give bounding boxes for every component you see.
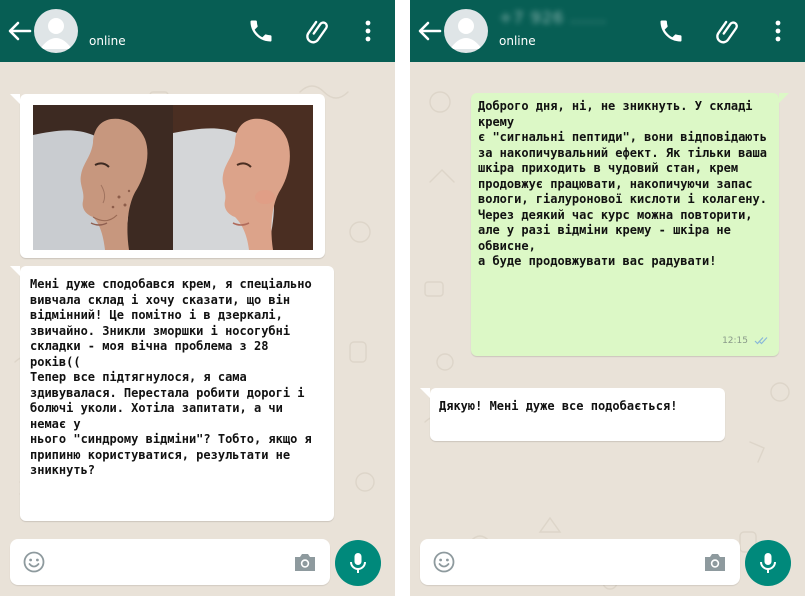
message-text: Мені дуже сподобався крем, я спеціально … (30, 277, 326, 479)
incoming-message-bubble[interactable]: Дякую! Мені дуже все подобається! (420, 388, 725, 441)
message-line: але у разі відміни крему - шкіра не обви… (478, 223, 731, 253)
emoji-icon[interactable] (433, 551, 455, 573)
phone-icon[interactable] (247, 17, 275, 45)
paperclip-icon[interactable] (714, 17, 742, 45)
message-line: Доброго дня, ні, не зникнуть. У складі к… (478, 99, 753, 129)
chat-header: online (0, 0, 395, 62)
chat-header: +7 926 ...... online (410, 0, 805, 62)
message-line: складки - моя вічна проблема з 28 років(… (30, 339, 269, 369)
message-line: Тепер все підтягнулося, я сама (30, 370, 247, 384)
read-ticks-icon (754, 337, 768, 345)
message-text: Доброго дня, ні, не зникнуть. У складі к… (478, 99, 773, 270)
camera-icon[interactable] (703, 551, 727, 573)
more-vert-icon[interactable] (766, 17, 790, 45)
back-arrow-icon[interactable] (6, 19, 32, 43)
chat-screen-right: +7 926 ...... online Доброго дня, ні, не… (410, 0, 805, 596)
message-line: припиню користуватися, результати не (30, 447, 291, 462)
outgoing-message-bubble[interactable]: Доброго дня, ні, не зникнуть. У складі к… (471, 93, 789, 356)
message-line: вивчала склад і хочу сказати, що він (30, 292, 291, 307)
phone-icon[interactable] (657, 17, 685, 45)
mic-icon (760, 553, 776, 573)
face-after-image (173, 105, 313, 250)
mic-button[interactable] (745, 540, 791, 586)
paperclip-icon[interactable] (304, 17, 332, 45)
mic-button[interactable] (335, 540, 381, 586)
message-line: Через деякий час курс можна повторити, (478, 207, 753, 222)
message-composer[interactable] (420, 539, 740, 585)
contact-status: online (89, 34, 126, 48)
avatar[interactable] (444, 9, 488, 53)
message-line: Дякую! Мені дуже все подобається! (439, 399, 678, 413)
default-avatar-icon (450, 18, 482, 49)
contact-status: online (499, 34, 536, 48)
message-line: відмінний! Це помітно і в дзеркалі, (30, 308, 283, 322)
message-line: Мені дуже сподобався крем, я спеціально (30, 277, 312, 291)
message-line: зникнуть? (30, 463, 96, 477)
default-avatar-icon (40, 18, 72, 49)
back-arrow-icon[interactable] (416, 19, 442, 43)
chat-screen-left: online Мені дуже сподобався крем, я спец… (0, 0, 395, 596)
face-before-photo[interactable] (33, 105, 173, 250)
message-line: продовжує працювати, накопичуючи запас (478, 176, 753, 191)
message-time: 12:15 (722, 336, 748, 346)
message-line: за накопичувальний ефект. Як тільки ваша (478, 145, 767, 160)
message-line: болючі уколи. Хотіла запитати, а чи нема… (30, 401, 283, 431)
contact-name-blurred: +7 926 ...... (499, 8, 607, 27)
message-line: нього "синдрому відміни"? Тобто, якщо я (30, 432, 312, 446)
camera-icon[interactable] (293, 551, 317, 573)
message-line: вологи, гіалуронової кислоти і колагену. (478, 192, 767, 206)
message-line: а буде продовжувати вас радувати! (478, 254, 717, 268)
face-before-image (33, 105, 173, 250)
more-vert-icon[interactable] (356, 17, 380, 45)
avatar[interactable] (34, 9, 78, 53)
face-after-photo[interactable] (173, 105, 313, 250)
message-line: є "сигнальні пептиди", вони відповідають (478, 130, 767, 144)
incoming-message-bubble[interactable]: Мені дуже сподобався крем, я спеціально … (10, 266, 334, 521)
message-line: здивувалася. Перестала робити дорогі і (30, 385, 305, 400)
emoji-icon[interactable] (23, 551, 45, 573)
message-line: звичайно. Зникли зморшки і носогубні (30, 323, 291, 338)
message-text: Дякую! Мені дуже все подобається! (439, 399, 716, 415)
message-composer[interactable] (10, 539, 330, 585)
mic-icon (350, 553, 366, 573)
message-line: шкіра приходить в чудовий стан, крем (478, 161, 739, 175)
photo-message-bubble[interactable] (10, 94, 325, 258)
